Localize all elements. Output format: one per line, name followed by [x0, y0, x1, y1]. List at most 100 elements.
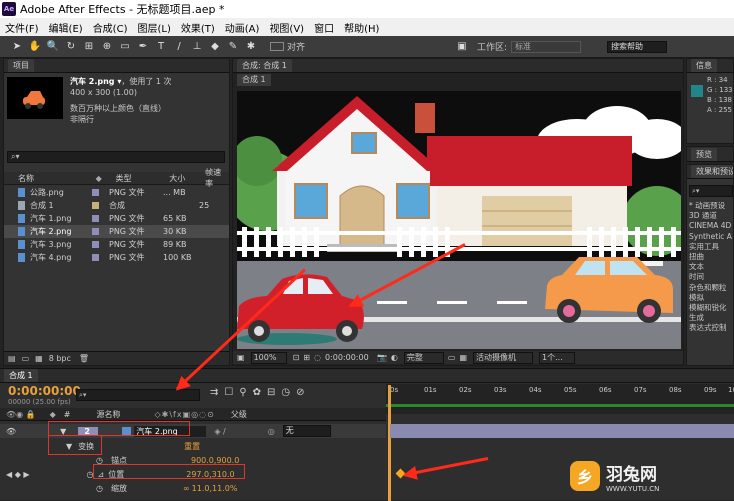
- hand-tool-icon[interactable]: ✋: [28, 40, 42, 54]
- camera-select[interactable]: 活动摄像机: [473, 351, 534, 364]
- interpret-footage-icon[interactable]: ▤: [8, 354, 16, 363]
- keyframe-nav-icon[interactable]: ◀ ◆ ▶: [6, 470, 30, 479]
- menu-edit[interactable]: 编辑(E): [44, 20, 88, 35]
- bpc-label[interactable]: 8 bpc: [49, 354, 71, 363]
- annotation-transform-box: [48, 436, 102, 455]
- workspace-select[interactable]: 标准: [511, 40, 582, 53]
- menu-effect[interactable]: 效果(T): [176, 20, 220, 35]
- effects-search-input[interactable]: ⌕▾: [689, 185, 733, 197]
- fit-icon[interactable]: ⊡: [293, 353, 300, 362]
- camera-tool-icon[interactable]: ⊞: [82, 40, 96, 54]
- effect-category[interactable]: 模拟: [689, 293, 732, 303]
- effect-category[interactable]: * 动画预设: [689, 201, 732, 211]
- rectangle-tool-icon[interactable]: ▭: [118, 40, 132, 54]
- pen-tool-icon[interactable]: ✒: [136, 40, 150, 54]
- file-icon: [18, 227, 25, 236]
- effect-category[interactable]: Synthetic A: [689, 232, 732, 242]
- mask-icon[interactable]: ◌: [314, 353, 321, 362]
- col-type[interactable]: 类型: [116, 173, 170, 184]
- work-area-bar[interactable]: [386, 404, 734, 407]
- roto-brush-icon[interactable]: ✎: [226, 40, 240, 54]
- project-search-input[interactable]: ⌕▾: [7, 151, 225, 163]
- effect-category[interactable]: 模糊和锐化: [689, 303, 732, 313]
- layer-switches[interactable]: ◈ /: [214, 427, 225, 436]
- col-layer-name[interactable]: 源名称: [97, 409, 121, 420]
- menu-view[interactable]: 视图(V): [264, 20, 309, 35]
- channel-icon[interactable]: ◐: [391, 353, 398, 362]
- layer-duration-bar[interactable]: [390, 424, 734, 438]
- comp-subtab[interactable]: 合成 1: [237, 74, 271, 86]
- timeline-timecode[interactable]: 0:00:00:00: [8, 384, 81, 398]
- pickwhip-icon[interactable]: ◎: [268, 427, 275, 436]
- effect-category[interactable]: 生成: [689, 313, 732, 323]
- menu-help[interactable]: 帮助(H): [339, 20, 384, 35]
- workspace-icon: ▣: [457, 41, 467, 52]
- menu-animation[interactable]: 动画(A): [220, 20, 265, 35]
- file-icon: [18, 240, 25, 249]
- tab-preview[interactable]: 预览: [691, 147, 717, 161]
- selection-tool-icon[interactable]: ➤: [10, 40, 24, 54]
- trash-icon[interactable]: 🗑: [79, 354, 89, 363]
- tab-effects-presets[interactable]: 效果和预设: [691, 165, 733, 178]
- puppet-tool-icon[interactable]: ✱: [244, 40, 258, 54]
- effect-category[interactable]: 文本: [689, 262, 732, 272]
- prop-scale-value[interactable]: 11.0,11.0%: [192, 484, 238, 493]
- type-tool-icon[interactable]: T: [154, 40, 168, 54]
- col-name[interactable]: 名称: [18, 173, 96, 184]
- grid-icon[interactable]: ⊞: [303, 353, 310, 362]
- tab-project[interactable]: 项目: [8, 59, 34, 72]
- rotate-tool-icon[interactable]: ↻: [64, 40, 78, 54]
- comp-viewer[interactable]: [237, 91, 681, 349]
- zoom-select[interactable]: 100%: [250, 351, 287, 364]
- zoom-tool-icon[interactable]: 🔍: [46, 40, 60, 54]
- timeline-switches-icons[interactable]: ⇉☐⚲✿⊟◷⊘: [210, 387, 311, 398]
- reset-link[interactable]: 重置: [184, 441, 200, 452]
- col-size[interactable]: 大小: [169, 173, 205, 184]
- info-b-value: 138: [718, 96, 732, 104]
- list-item[interactable]: 汽车 1.png PNG 文件 65 KB: [4, 212, 229, 225]
- effect-category[interactable]: 扭曲: [689, 252, 732, 262]
- menu-layer[interactable]: 图层(L): [132, 20, 175, 35]
- tab-timeline-comp[interactable]: 合成 1: [4, 369, 38, 382]
- new-folder-icon[interactable]: ▭: [22, 354, 30, 363]
- align-checkbox[interactable]: [270, 42, 284, 51]
- effect-category[interactable]: 杂色和颗粒: [689, 283, 732, 293]
- pan-behind-tool-icon[interactable]: ⊕: [100, 40, 114, 54]
- resolution-select[interactable]: 完整: [403, 351, 444, 364]
- list-item[interactable]: 公路.png PNG 文件... MB: [4, 186, 229, 199]
- comp-timecode[interactable]: 0:00:00:00: [325, 353, 369, 362]
- constrain-link-icon[interactable]: ∞: [183, 484, 190, 493]
- effect-category[interactable]: 3D 通道: [689, 211, 732, 221]
- transparency-grid-icon[interactable]: ▦: [459, 353, 467, 362]
- brush-tool-icon[interactable]: /: [172, 40, 186, 54]
- region-icon[interactable]: ▣: [237, 353, 245, 362]
- menu-file[interactable]: 文件(F): [0, 20, 44, 35]
- parent-select[interactable]: 无: [282, 425, 331, 437]
- menu-window[interactable]: 窗口: [309, 20, 339, 35]
- search-help-input[interactable]: 搜索帮助: [607, 40, 668, 53]
- snapshot-icon[interactable]: 📷: [377, 353, 387, 362]
- region-of-interest-icon[interactable]: ▭: [448, 353, 456, 362]
- list-item[interactable]: 汽车 3.png PNG 文件 89 KB: [4, 238, 229, 251]
- label-swatch: [92, 189, 99, 196]
- effect-category[interactable]: 时间: [689, 272, 732, 282]
- clone-tool-icon[interactable]: ⊥: [190, 40, 204, 54]
- stopwatch-icon[interactable]: ◷: [96, 484, 103, 493]
- tab-composition[interactable]: 合成: 合成 1: [237, 59, 292, 72]
- asset-interlace: 非隔行: [70, 115, 94, 124]
- effect-category[interactable]: 表达式控制: [689, 323, 732, 333]
- views-select[interactable]: 1个...: [539, 351, 576, 364]
- list-item[interactable]: 汽车 2.png PNG 文件 30 KB: [4, 225, 229, 238]
- list-item[interactable]: 合成 1 合成 25: [4, 199, 229, 212]
- time-ruler[interactable]: 0s 01s 02s 03s 04s 05s 06s 07s 08s 09s 1…: [386, 384, 734, 414]
- tab-info[interactable]: 信息: [691, 59, 717, 72]
- menu-composition[interactable]: 合成(C): [88, 20, 133, 35]
- eraser-tool-icon[interactable]: ◆: [208, 40, 222, 54]
- effect-category[interactable]: CINEMA 4D: [689, 221, 732, 231]
- effect-category[interactable]: 实用工具: [689, 242, 732, 252]
- list-item[interactable]: 汽车 4.png PNG 文件 100 KB: [4, 251, 229, 264]
- col-parent[interactable]: 父级: [231, 409, 247, 420]
- playhead[interactable]: [388, 385, 391, 501]
- visibility-eye-icon[interactable]: 👁: [6, 427, 16, 436]
- new-comp-icon[interactable]: ▦: [35, 354, 43, 363]
